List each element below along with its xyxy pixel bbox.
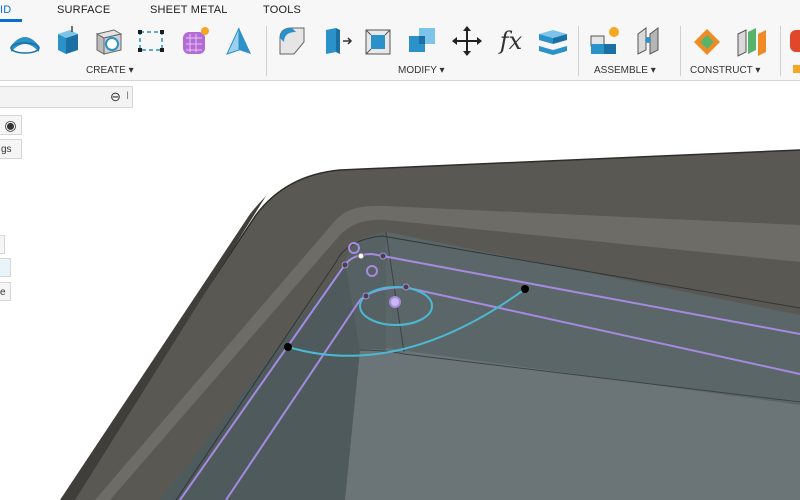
settings-button[interactable]: gs [0, 139, 22, 159]
tab-tools[interactable]: TOOLS [263, 4, 301, 16]
align-faces-icon[interactable] [536, 24, 570, 58]
shell-icon[interactable] [362, 24, 396, 58]
panel-item[interactable] [0, 235, 5, 254]
divider [780, 26, 781, 76]
collapse-icon[interactable]: ⊖ [110, 89, 121, 105]
revolve-icon[interactable] [8, 24, 42, 58]
new-component-icon[interactable] [588, 24, 622, 58]
inspect-icon[interactable] [788, 24, 800, 58]
fillet-icon[interactable] [276, 24, 310, 58]
divider [578, 26, 579, 76]
offset-plane-icon[interactable] [690, 24, 724, 58]
construct-menu[interactable]: CONSTRUCT ▾ [690, 65, 760, 76]
divider [266, 26, 267, 76]
press-pull-icon[interactable] [320, 24, 354, 58]
extrude-box-icon[interactable] [50, 24, 84, 58]
tab-surface[interactable]: SURFACE [57, 4, 110, 16]
divider [680, 26, 681, 76]
pyramid-icon[interactable] [222, 24, 256, 58]
sketch-rectangle-icon[interactable] [134, 24, 168, 58]
browser-header: ⊖ I [0, 86, 133, 108]
panel-item-highlight[interactable] [0, 258, 11, 277]
assemble-menu[interactable]: ASSEMBLE ▾ [594, 65, 656, 76]
modify-menu[interactable]: MODIFY ▾ [398, 65, 445, 76]
combine-icon[interactable] [406, 24, 440, 58]
browser-handle[interactable]: I [126, 90, 129, 102]
inspect-label-partial [793, 65, 800, 73]
tab-solid[interactable]: ID [0, 4, 11, 16]
active-tab-indicator [0, 19, 22, 22]
move-icon[interactable] [450, 24, 484, 58]
hole-icon[interactable] [92, 24, 126, 58]
radio-icon[interactable]: ◉ [0, 115, 22, 135]
form-icon[interactable] [178, 24, 212, 58]
joint-icon[interactable] [632, 24, 666, 58]
tab-sheet-metal[interactable]: SHEET METAL [150, 4, 228, 16]
parameters-fx-icon[interactable]: fx [494, 24, 528, 58]
3d-viewport[interactable] [0, 81, 800, 500]
midplane-icon[interactable] [734, 24, 768, 58]
panel-item[interactable]: e [0, 282, 11, 301]
create-menu[interactable]: CREATE ▾ [86, 65, 134, 76]
ribbon-toolbar: ID SURFACE SHEET METAL TOOLS CREATE ▾ fx… [0, 0, 800, 81]
